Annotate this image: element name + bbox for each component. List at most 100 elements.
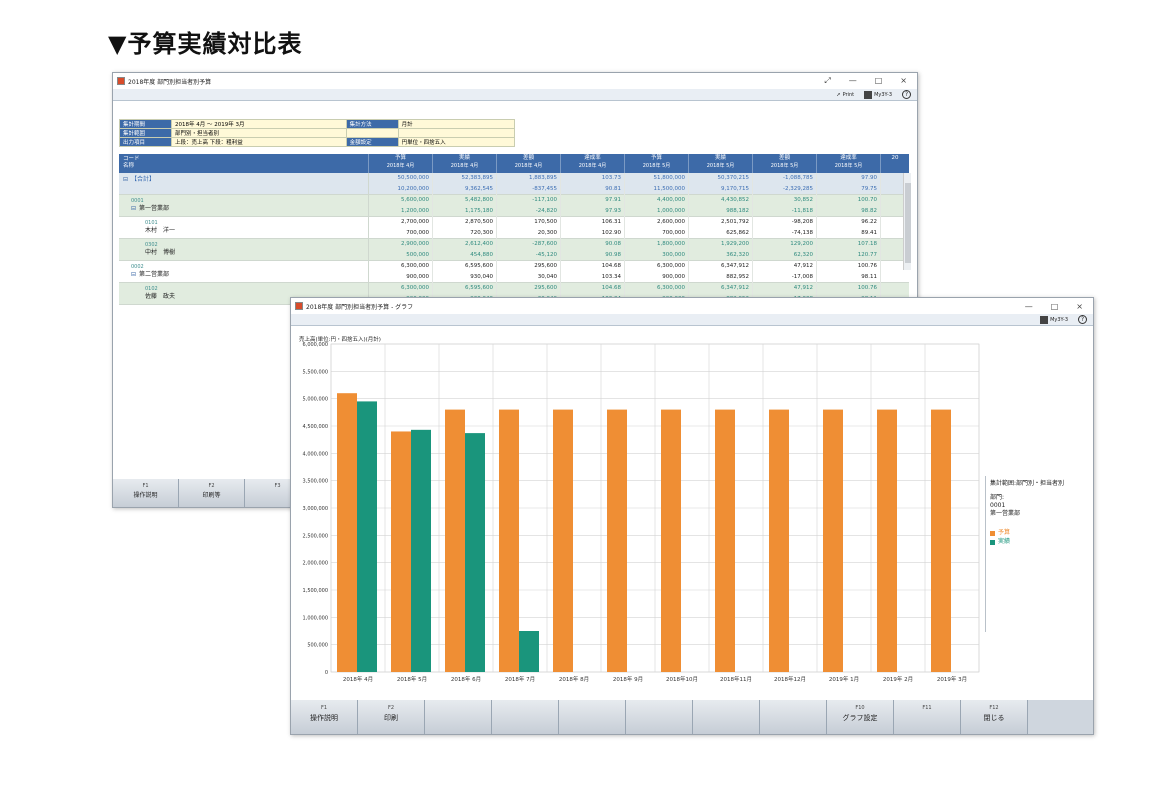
minimize-button[interactable]: — — [1025, 302, 1033, 311]
table-cell: 4,400,000 — [625, 195, 689, 206]
bar-budget — [553, 409, 573, 672]
row-label: 0002 ⊟ 第二営業部 — [119, 261, 369, 282]
function-key-8[interactable] — [760, 700, 827, 734]
row-code: 0102 — [145, 286, 158, 292]
row-label: 0101 木村 洋一 — [119, 217, 369, 238]
title-bar: 2018年度 部門別担当者別予算 ⤢ — □ × — [113, 73, 917, 89]
table-cell: 700,000 — [625, 228, 689, 239]
function-key-1[interactable]: F1 操作説明 — [291, 700, 358, 734]
table-cell: 103.73 — [561, 173, 625, 184]
scroll-thumb[interactable] — [905, 183, 911, 263]
my-button[interactable]: My3Y-3 — [864, 90, 892, 99]
table-row[interactable]: ⊟ 【合計】 50,500,000 52,383,895 1,883,895 103.73… — [119, 173, 909, 195]
table-cell: 170,500 — [497, 217, 561, 228]
legend-item-actual: 実績 — [990, 538, 1091, 546]
range-label: 集計範囲:部門別・担当者別 — [990, 480, 1065, 487]
collapse-icon[interactable]: ⊟ — [131, 205, 136, 212]
row-code: 0001 — [131, 198, 144, 204]
table-cell: 97.93 — [561, 206, 625, 217]
table-cell: 6,347,912 — [689, 283, 753, 294]
table-cell: 930,040 — [433, 272, 497, 283]
table-cell: 30,040 — [497, 272, 561, 283]
function-key-11[interactable]: F12 閉じる — [961, 700, 1028, 734]
table-cell: 500,000 — [369, 250, 433, 261]
row-label: 0302 中村 博樹 — [119, 239, 369, 260]
print-button[interactable]: ➚ Print — [836, 92, 854, 98]
column-header[interactable]: 実績 2018年 5月 — [689, 154, 753, 173]
collapse-icon[interactable]: ⊟ — [123, 176, 128, 183]
table-cell: 104.68 — [561, 261, 625, 272]
table-cell: -74,138 — [753, 228, 817, 239]
vertical-scrollbar[interactable] — [903, 173, 911, 270]
table-cell: 6,300,000 — [369, 261, 433, 272]
x-tick-label: 2018年 6月 — [451, 675, 481, 683]
info-empty — [345, 128, 399, 138]
row-code: 0101 — [145, 220, 158, 226]
column-header[interactable]: 実績 2018年 4月 — [433, 154, 497, 173]
table-cell: 1,175,180 — [433, 206, 497, 217]
app-icon — [117, 77, 125, 85]
table-cell: 98.11 — [817, 272, 881, 283]
row-label: 0001 ⊟ 第一営業部 — [119, 195, 369, 216]
table-cell: 129,200 — [753, 239, 817, 250]
function-key-6[interactable] — [626, 700, 693, 734]
table-row[interactable]: 0101 木村 洋一 2,700,000 2,870,500 170,500 106.31… — [119, 217, 909, 239]
table-cell: 720,300 — [433, 228, 497, 239]
window-title: 2018年度 部門別担当者別予算 — [128, 78, 212, 86]
bar-actual — [465, 433, 485, 672]
x-tick-label: 2018年 8月 — [559, 675, 589, 683]
minimize-button[interactable]: — — [849, 76, 857, 86]
my-button[interactable]: My3Y-3 — [1040, 315, 1068, 324]
page-heading: ▼予算実績対比表 — [108, 30, 303, 58]
code-header: コード 名称 — [119, 154, 369, 173]
function-key-5[interactable] — [559, 700, 626, 734]
maximize-button[interactable]: □ — [1051, 302, 1059, 311]
close-button[interactable]: × — [900, 76, 907, 86]
table-cell: -837,455 — [497, 184, 561, 195]
function-key-9[interactable]: F10 グラフ設定 — [827, 700, 894, 734]
table-cell: 120.77 — [817, 250, 881, 261]
function-key-2[interactable]: F2 印刷 — [358, 700, 425, 734]
info-empty — [397, 128, 516, 138]
x-tick-label: 2019年 3月 — [937, 675, 967, 683]
table-cell: 6,347,912 — [689, 261, 753, 272]
function-key-10[interactable]: F11 — [894, 700, 961, 734]
function-key-3[interactable] — [425, 700, 492, 734]
table-cell: 6,595,600 — [433, 283, 497, 294]
f2-button[interactable]: F2 印刷等 — [179, 479, 245, 507]
column-header[interactable]: 20 — [881, 154, 909, 173]
graph-window: 2018年度 部門別担当者別予算 - グラフ — □ × My3Y-3 ? 売上… — [290, 297, 1094, 735]
info-value: 月計 — [397, 119, 516, 129]
row-code: 0302 — [145, 242, 158, 248]
column-header[interactable]: 予算 2018年 5月 — [625, 154, 689, 173]
table-cell: 62,320 — [753, 250, 817, 261]
column-header[interactable]: 達成率 2018年 5月 — [817, 154, 881, 173]
table-cell: 30,852 — [753, 195, 817, 206]
table-cell: 295,600 — [497, 261, 561, 272]
bar-budget — [715, 409, 735, 672]
table-row[interactable]: 0302 中村 博樹 2,900,000 2,612,400 -287,600 90.08… — [119, 239, 909, 261]
row-name: 中村 博樹 — [145, 249, 176, 256]
function-key-7[interactable] — [693, 700, 760, 734]
f1-button[interactable]: F1 操作説明 — [113, 479, 179, 507]
function-key-4[interactable] — [492, 700, 559, 734]
column-header[interactable]: 差額 2018年 5月 — [753, 154, 817, 173]
table-row[interactable]: 0001 ⊟ 第一営業部 5,600,000 5,482,800 -117,100 97.9… — [119, 195, 909, 217]
legend-swatch — [990, 539, 995, 545]
column-header[interactable]: 達成率 2018年 4月 — [561, 154, 625, 173]
info-value: 上段：売上高 下段：粗利益 — [171, 137, 347, 147]
y-tick-label: 5,500,000 — [303, 369, 328, 375]
help-icon[interactable]: ? — [1078, 315, 1087, 324]
maximize-button[interactable]: □ — [875, 76, 883, 86]
bar-budget — [823, 409, 843, 672]
row-label: ⊟ 【合計】 — [119, 173, 369, 194]
collapse-icon[interactable]: ⊟ — [131, 271, 136, 278]
table-cell: 96.22 — [817, 217, 881, 228]
column-header[interactable]: 差額 2018年 4月 — [497, 154, 561, 173]
column-header[interactable]: 予算 2018年 4月 — [369, 154, 433, 173]
expand-icon[interactable]: ⤢ — [824, 76, 830, 86]
bar-budget — [445, 409, 465, 672]
close-button[interactable]: × — [1076, 302, 1083, 311]
help-icon[interactable]: ? — [902, 90, 911, 99]
table-row[interactable]: 0002 ⊟ 第二営業部 6,300,000 6,595,600 295,600 104.6… — [119, 261, 909, 283]
